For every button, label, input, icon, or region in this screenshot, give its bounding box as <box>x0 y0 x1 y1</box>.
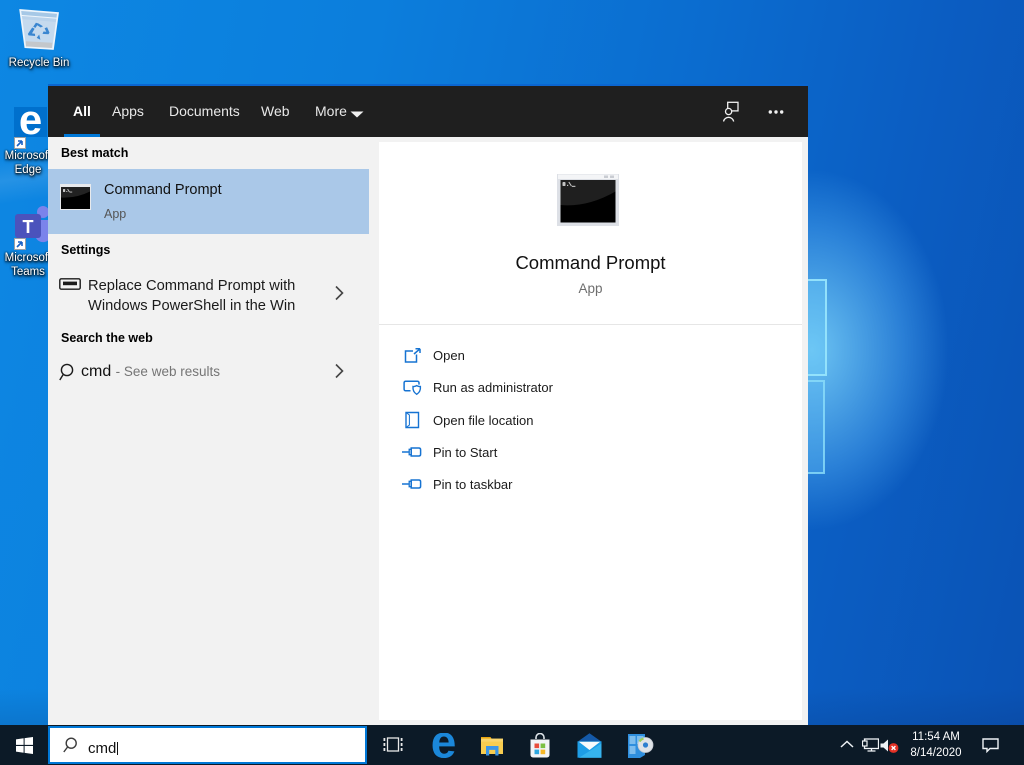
svg-text:e: e <box>19 107 42 137</box>
svg-text:e: e <box>432 733 455 759</box>
svg-text:T: T <box>23 217 34 237</box>
